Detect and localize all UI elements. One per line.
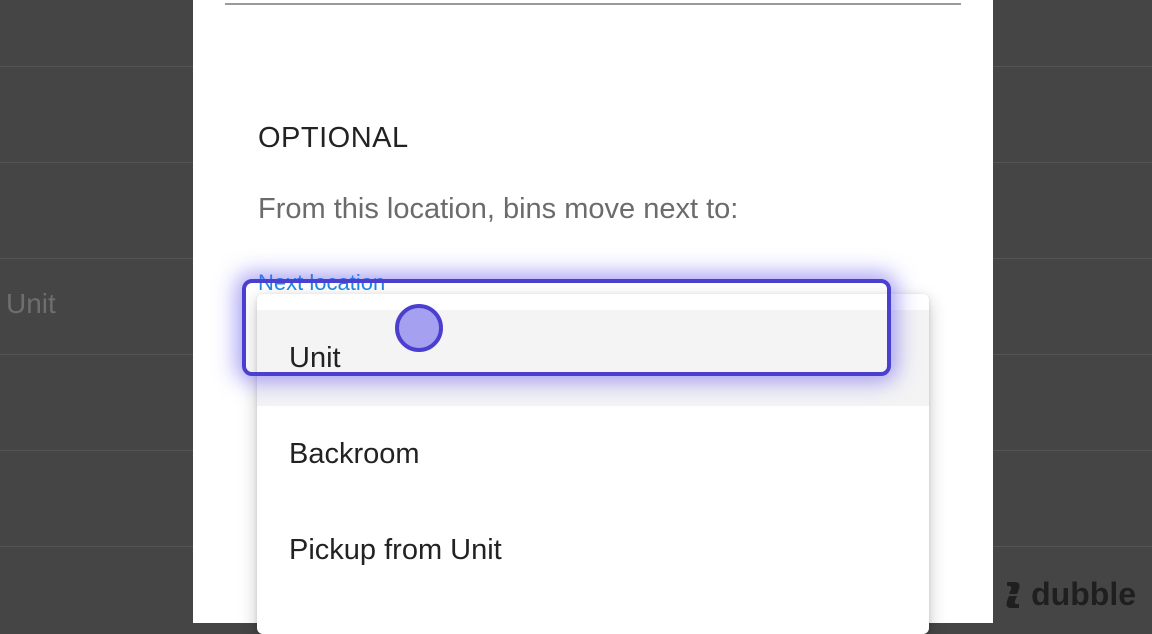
watermark-text: dubble bbox=[1031, 576, 1136, 612]
section-description: From this location, bins move next to: bbox=[258, 193, 739, 225]
option-pickup-from-unit[interactable]: Pickup from Unit bbox=[257, 502, 929, 598]
option-unit[interactable]: Unit bbox=[257, 310, 929, 406]
option-label: Pickup from Unit bbox=[289, 533, 502, 566]
next-location-dropdown[interactable]: Unit Backroom Pickup from Unit bbox=[257, 294, 929, 634]
option-backroom[interactable]: Backroom bbox=[257, 406, 929, 502]
background-row-text: Unit bbox=[6, 288, 56, 319]
next-location-label: Next location bbox=[258, 270, 386, 295]
option-label: Unit bbox=[289, 341, 341, 374]
dropdown-options: Unit Backroom Pickup from Unit bbox=[257, 294, 929, 598]
section-title: OPTIONAL bbox=[258, 122, 409, 154]
dubble-logo-icon bbox=[1006, 581, 1020, 608]
dubble-watermark: dubble bbox=[999, 576, 1136, 613]
option-label: Backroom bbox=[289, 437, 420, 470]
modal-divider bbox=[225, 3, 961, 5]
